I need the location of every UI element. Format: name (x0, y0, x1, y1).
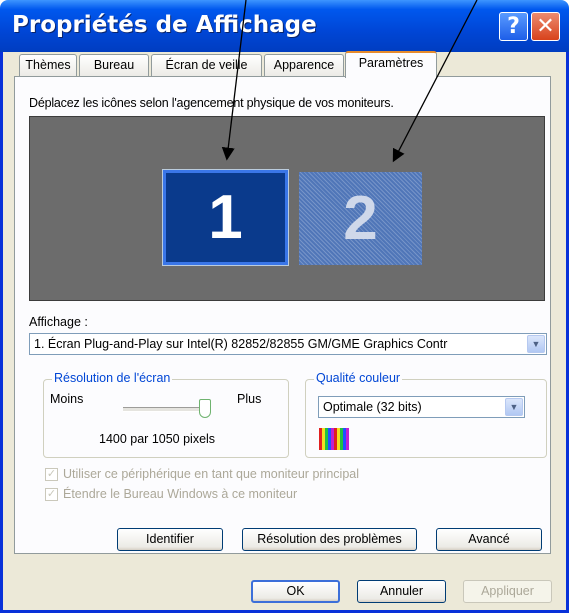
identify-button[interactable]: Identifier (117, 528, 223, 551)
troubleshoot-button[interactable]: Résolution des problèmes (242, 528, 417, 551)
monitor-1[interactable]: 1 (162, 169, 289, 266)
resolution-value: 1400 par 1050 pixels (99, 432, 216, 446)
resolution-slider-track[interactable] (123, 407, 211, 412)
display-select[interactable]: 1. Écran Plug-and-Play sur Intel(R) 8285… (29, 333, 547, 355)
chevron-down-icon[interactable]: ▼ (505, 398, 523, 416)
advanced-button[interactable]: Avancé (436, 528, 542, 551)
checkbox-extend-desktop-label: Étendre le Bureau Windows à ce moniteur (63, 487, 298, 501)
tab-themes[interactable]: Thèmes (19, 54, 77, 76)
color-quality-group-title: Qualité couleur (314, 371, 403, 385)
checkbox-extend-desktop[interactable]: ✓ (45, 488, 58, 501)
checkbox-primary-monitor[interactable]: ✓ (45, 468, 58, 481)
tab-appearance[interactable]: Apparence (264, 54, 344, 76)
cancel-button[interactable]: Annuler (357, 580, 446, 603)
tab-screensaver[interactable]: Écran de veille (151, 54, 262, 76)
title-bar[interactable]: Propriétés de Affichage ? ✕ (0, 0, 569, 52)
ok-button[interactable]: OK (251, 580, 340, 603)
resolution-slider-thumb[interactable] (199, 399, 211, 418)
tab-settings[interactable]: Paramètres (345, 51, 437, 78)
slider-max-label: Plus (237, 392, 262, 406)
color-quality-select[interactable]: Optimale (32 bits) ▼ (318, 396, 525, 418)
help-button[interactable]: ? (499, 12, 528, 41)
color-quality-value: Optimale (32 bits) (323, 400, 422, 414)
checkbox-primary-monitor-label: Utiliser ce périphérique en tant que mon… (63, 467, 359, 481)
color-palette-icon (319, 428, 349, 450)
apply-button[interactable]: Appliquer (463, 580, 552, 603)
slider-min-label: Moins (50, 392, 84, 406)
monitor-2[interactable]: 2 (299, 172, 422, 265)
display-label: Affichage : (29, 315, 88, 329)
tab-desktop[interactable]: Bureau (79, 54, 149, 76)
display-select-value: 1. Écran Plug-and-Play sur Intel(R) 8285… (34, 337, 448, 351)
resolution-group: Résolution de l'écran (43, 371, 289, 458)
close-button[interactable]: ✕ (531, 12, 560, 41)
instruction-text: Déplacez les icônes selon l'agencement p… (29, 96, 394, 110)
chevron-down-icon[interactable]: ▼ (527, 335, 545, 353)
window-title: Propriétés de Affichage (12, 12, 317, 38)
resolution-group-title: Résolution de l'écran (52, 371, 173, 385)
